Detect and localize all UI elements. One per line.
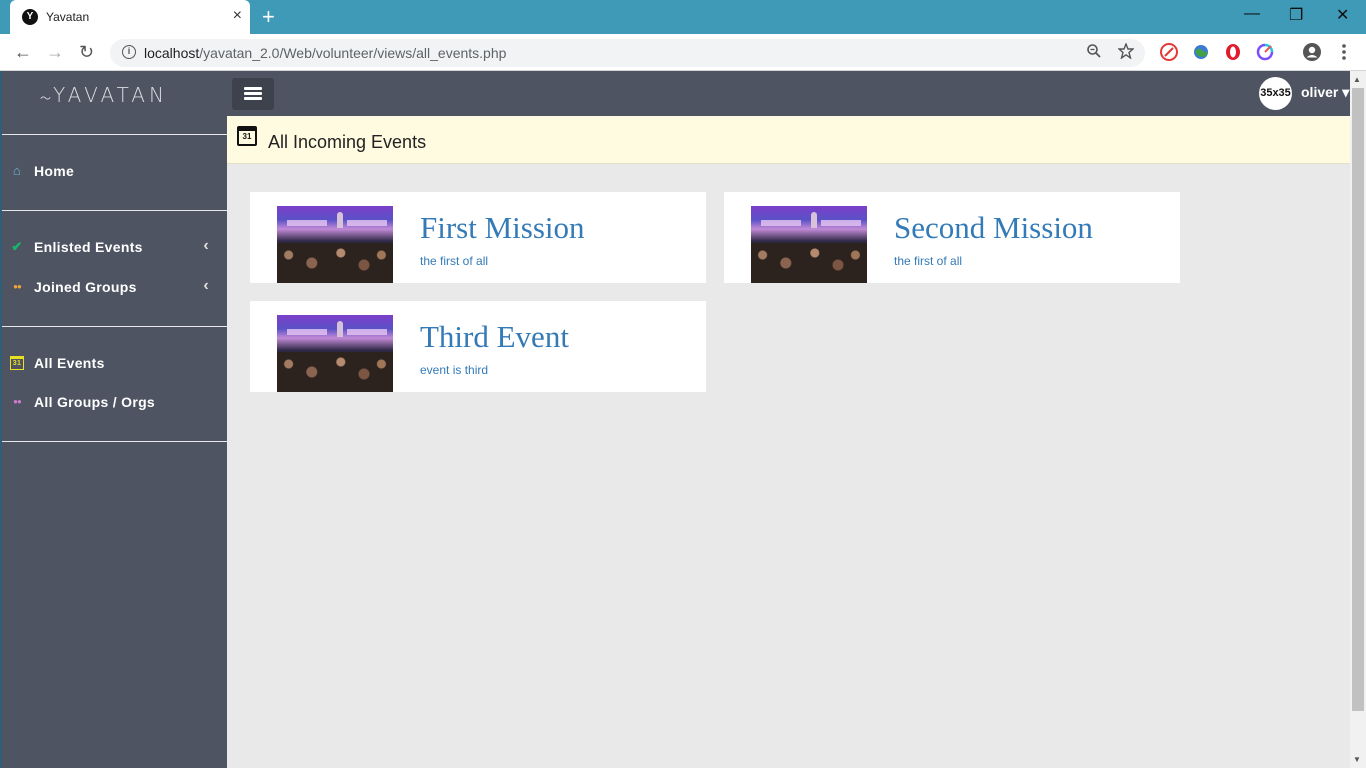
profile-icon[interactable] bbox=[1302, 42, 1322, 67]
address-bar[interactable]: i localhost/yavatan_2.0/Web/volunteer/vi… bbox=[110, 39, 1145, 67]
sidebar-item-label: Enlisted Events bbox=[34, 239, 143, 255]
sidebar: 〜 YAVATAN ⌂ Home ✔ Enlisted Events ‹ ●● J… bbox=[2, 71, 227, 768]
hamburger-line bbox=[244, 92, 262, 95]
performer bbox=[337, 212, 343, 228]
event-subtitle[interactable]: the first of all bbox=[894, 254, 962, 268]
url-host: localhost bbox=[144, 45, 200, 61]
minimize-icon[interactable]: — bbox=[1244, 5, 1260, 23]
browser-menu-icon[interactable] bbox=[1338, 42, 1350, 67]
hamburger-line bbox=[244, 87, 262, 90]
sidebar-item-enlisted-events[interactable]: ✔ Enlisted Events ‹ bbox=[2, 229, 227, 265]
sidebar-divider bbox=[2, 441, 227, 442]
tab-title: Yavatan bbox=[46, 10, 90, 24]
event-card[interactable]: Third Event event is third bbox=[250, 301, 706, 392]
scroll-down-icon[interactable]: ▼ bbox=[1353, 755, 1361, 764]
calendar-icon: 31 bbox=[10, 356, 24, 370]
sidebar-item-label: Home bbox=[34, 163, 75, 179]
event-subtitle[interactable]: event is third bbox=[420, 363, 488, 377]
sidebar-divider bbox=[2, 326, 227, 327]
event-image[interactable] bbox=[277, 315, 393, 392]
crowd bbox=[277, 352, 393, 392]
yavatan-logo[interactable]: 〜 YAVATAN bbox=[40, 83, 168, 107]
new-tab-icon[interactable]: + bbox=[262, 6, 275, 28]
site-info-icon[interactable]: i bbox=[122, 45, 136, 59]
url-path: /yavatan_2.0/Web/volunteer/views/all_eve… bbox=[199, 45, 507, 61]
extension-globe-icon[interactable] bbox=[1192, 43, 1210, 66]
chevron-left-icon: ‹ bbox=[203, 277, 209, 294]
sidebar-item-label: Joined Groups bbox=[34, 279, 137, 295]
stage-light bbox=[347, 329, 387, 335]
sidebar-item-joined-groups[interactable]: ●● Joined Groups ‹ bbox=[2, 269, 227, 305]
bookmark-star-icon[interactable] bbox=[1117, 42, 1135, 63]
performer bbox=[337, 321, 343, 337]
browser-titlebar: Y Yavatan × + — ❐ ✕ bbox=[0, 0, 1366, 34]
back-icon[interactable]: ← bbox=[14, 42, 32, 62]
zoom-icon[interactable] bbox=[1086, 43, 1102, 63]
scrollbar-thumb[interactable] bbox=[1352, 88, 1364, 711]
user-menu-toggle[interactable]: oliver ▾ bbox=[1301, 84, 1349, 101]
window-close-icon[interactable]: ✕ bbox=[1336, 5, 1349, 25]
stage-light bbox=[821, 220, 861, 226]
browser-tab[interactable]: Y Yavatan × bbox=[10, 0, 250, 34]
scroll-up-icon[interactable]: ▲ bbox=[1353, 75, 1361, 84]
group-icon: ●● bbox=[13, 282, 22, 291]
chevron-left-icon: ‹ bbox=[203, 237, 209, 254]
sidebar-divider bbox=[2, 134, 227, 135]
sidebar-item-home[interactable]: ⌂ Home bbox=[2, 153, 227, 189]
event-card[interactable]: First Mission the first of all bbox=[250, 192, 706, 283]
performer bbox=[811, 212, 817, 228]
sidebar-item-label: All Events bbox=[34, 355, 105, 371]
url-text[interactable]: localhost/yavatan_2.0/Web/volunteer/view… bbox=[144, 45, 506, 61]
forward-icon[interactable]: → bbox=[46, 42, 64, 62]
stage-light bbox=[761, 220, 801, 226]
sidebar-item-label: All Groups / Orgs bbox=[34, 394, 156, 410]
page-scrollbar[interactable]: ▲ ▼ bbox=[1350, 71, 1366, 768]
hamburger-line bbox=[244, 97, 262, 100]
group-icon: ●● bbox=[13, 397, 22, 406]
home-icon: ⌂ bbox=[12, 163, 22, 178]
page-title: All Incoming Events bbox=[268, 132, 427, 152]
browser-toolbar: ← → ↻ i localhost/yavatan_2.0/Web/volunt… bbox=[0, 34, 1366, 71]
reload-icon[interactable]: ↻ bbox=[79, 42, 94, 62]
event-title[interactable]: Third Event bbox=[420, 319, 569, 355]
sidebar-item-all-events[interactable]: 31 All Events bbox=[2, 345, 227, 381]
page-header: 31 All Incoming Events bbox=[227, 116, 1350, 164]
event-title[interactable]: First Mission bbox=[420, 210, 585, 246]
stage-light bbox=[287, 220, 327, 226]
tab-close-icon[interactable]: × bbox=[233, 8, 242, 24]
stage-light bbox=[287, 329, 327, 335]
restore-icon[interactable]: ❐ bbox=[1289, 5, 1303, 25]
logo-mark-icon: 〜 bbox=[40, 92, 51, 105]
event-card[interactable]: Second Mission the first of all bbox=[724, 192, 1180, 283]
stage-light bbox=[347, 220, 387, 226]
crowd bbox=[751, 243, 867, 283]
event-title[interactable]: Second Mission bbox=[894, 210, 1093, 246]
event-subtitle[interactable]: the first of all bbox=[420, 254, 488, 268]
app-topbar: 35x35 oliver ▾ bbox=[227, 71, 1350, 116]
opera-extension-icon[interactable] bbox=[1224, 43, 1242, 66]
menu-toggle-button[interactable] bbox=[232, 78, 274, 110]
logo-text: YAVATAN bbox=[53, 83, 168, 107]
extension-red-icon[interactable] bbox=[1160, 43, 1178, 66]
crowd bbox=[277, 243, 393, 283]
sidebar-item-all-groups-orgs[interactable]: ●● All Groups / Orgs bbox=[2, 384, 227, 420]
event-image[interactable] bbox=[277, 206, 393, 283]
check-icon: ✔ bbox=[11, 239, 23, 254]
event-image[interactable] bbox=[751, 206, 867, 283]
calendar-icon: 31 bbox=[237, 126, 257, 146]
sidebar-divider bbox=[2, 210, 227, 211]
avatar[interactable]: 35x35 bbox=[1259, 77, 1292, 110]
yavatan-favicon-icon: Y bbox=[22, 9, 38, 25]
extension-color-icon[interactable] bbox=[1256, 43, 1274, 66]
